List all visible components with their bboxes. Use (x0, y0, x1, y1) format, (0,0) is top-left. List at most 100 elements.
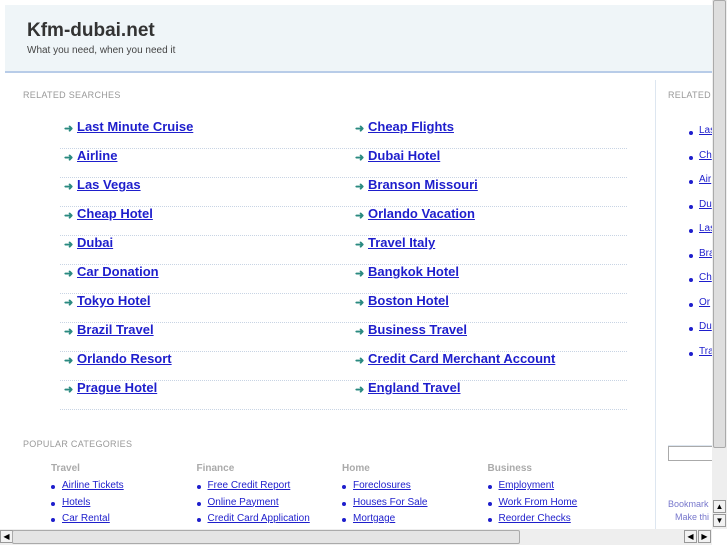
related-link[interactable]: Branson Missouri (368, 177, 478, 192)
category-title: Finance (196, 463, 235, 474)
bullet-icon (689, 351, 693, 356)
bullet-icon (689, 204, 693, 209)
related-row: ➜ Brazil Travel ➜ Business Travel (60, 322, 627, 352)
arrow-icon: ➜ (355, 326, 365, 338)
related-link[interactable]: Prague Hotel (77, 380, 157, 395)
related-link[interactable]: England Travel (368, 380, 460, 395)
category-column: Travel Airline Tickets Hotels Car Rental (51, 463, 124, 530)
related-row: ➜ Orlando Resort ➜ Credit Card Merchant … (60, 351, 627, 381)
arrow-icon: ➜ (355, 355, 365, 367)
arrow-icon: ➜ (64, 326, 74, 338)
category-title: Travel (51, 463, 80, 474)
sidebar-link[interactable]: Du (699, 199, 712, 210)
sidebar-link[interactable]: Or (699, 297, 710, 308)
scroll-down-button[interactable]: ▼ (713, 514, 726, 527)
related-link[interactable]: Tokyo Hotel (77, 293, 150, 308)
related-link[interactable]: Cheap Hotel (77, 206, 153, 221)
category-title: Business (487, 463, 532, 474)
sidebar-link[interactable]: Bra (699, 248, 712, 259)
bullet-icon (689, 229, 693, 233)
scroll-left-button-2[interactable]: ◀ (684, 530, 697, 543)
related-row: ➜ Cheap Hotel ➜ Orlando Vacation (60, 206, 627, 236)
category-column: Finance Free Credit Report Online Payment C… (196, 463, 310, 530)
related-row: ➜ Last Minute Cruise ➜ Cheap Flights (60, 119, 627, 149)
vertical-scroll-thumb[interactable] (713, 0, 726, 448)
bullet-icon (689, 278, 693, 282)
bullet-icon (689, 131, 693, 135)
category-link[interactable]: Airline Tickets (51, 480, 124, 497)
category-link[interactable]: Free Credit Report (196, 480, 310, 497)
make-homepage-link[interactable]: Make thi (675, 512, 709, 522)
scroll-right-button[interactable]: ▶ (698, 530, 711, 543)
sidebar-link[interactable]: Ch (699, 150, 712, 161)
category-link[interactable]: Work From Home (487, 497, 577, 514)
related-link[interactable]: Airline (77, 148, 117, 163)
related-row: ➜ Dubai ➜ Travel Italy (60, 235, 627, 265)
arrow-icon: ➜ (64, 210, 74, 222)
scroll-up-button[interactable]: ▲ (713, 500, 726, 513)
related-row: ➜ Prague Hotel ➜ England Travel (60, 380, 627, 410)
related-link[interactable]: Orlando Resort (77, 351, 172, 366)
vertical-scrollbar[interactable]: ▲ ▼ (712, 0, 727, 529)
related-link[interactable]: Credit Card Merchant Account (368, 351, 555, 366)
related-link[interactable]: Dubai (77, 235, 113, 250)
arrow-icon: ➜ (355, 268, 365, 280)
category-link[interactable]: Employment (487, 480, 578, 497)
sidebar-link[interactable]: Air (699, 174, 711, 185)
arrow-icon: ➜ (64, 181, 74, 193)
site-header: Kfm-dubai.net What you need, when you ne… (5, 5, 712, 73)
category-link[interactable]: Foreclosures (342, 480, 427, 497)
related-link[interactable]: Last Minute Cruise (77, 119, 193, 134)
bullet-icon (689, 155, 693, 160)
arrow-icon: ➜ (64, 297, 74, 309)
sidebar-search-input[interactable] (668, 446, 712, 461)
related-link[interactable]: Business Travel (368, 322, 467, 337)
arrow-icon: ➜ (355, 210, 365, 222)
sidebar-link[interactable]: Las (699, 223, 712, 234)
related-searches-heading: RELATED SEARCHES (23, 90, 121, 100)
arrow-icon: ➜ (64, 355, 74, 367)
horizontal-scrollbar[interactable]: ◀ ◀ ▶ (0, 529, 712, 545)
category-link[interactable]: Houses For Sale (342, 497, 427, 514)
right-sidebar: RELATED Las Ch Air Du Las Bra Ch Or Du Tra Bookma… (655, 80, 712, 529)
related-link[interactable]: Car Donation (77, 264, 159, 279)
related-row: ➜ Airline ➜ Dubai Hotel (60, 148, 627, 178)
related-row: ➜ Tokyo Hotel ➜ Boston Hotel (60, 293, 627, 323)
related-link[interactable]: Dubai Hotel (368, 148, 440, 163)
related-link[interactable]: Bangkok Hotel (368, 264, 459, 279)
related-link[interactable]: Orlando Vacation (368, 206, 475, 221)
related-link[interactable]: Travel Italy (368, 235, 435, 250)
bullet-icon (689, 180, 693, 184)
site-title[interactable]: Kfm-dubai.net (27, 20, 155, 42)
related-link[interactable]: Boston Hotel (368, 293, 449, 308)
sidebar-link[interactable]: Tra (699, 346, 712, 357)
category-link[interactable]: Mortgage (342, 513, 427, 530)
sidebar-link[interactable]: Las (699, 125, 712, 136)
popular-categories-heading: POPULAR CATEGORIES (23, 439, 133, 449)
bullet-icon (689, 253, 693, 258)
sidebar-link[interactable]: Ch (699, 272, 712, 283)
sidebar-link[interactable]: Du (699, 321, 712, 332)
related-row: ➜ Las Vegas ➜ Branson Missouri (60, 177, 627, 207)
arrow-icon: ➜ (355, 384, 365, 396)
arrow-icon: ➜ (64, 152, 74, 164)
site-tagline: What you need, when you need it (27, 45, 176, 56)
category-title: Home (342, 463, 370, 474)
category-link[interactable]: Hotels (51, 497, 124, 514)
arrow-icon: ➜ (64, 384, 74, 396)
category-column: Business Employment Work From Home Reorder … (487, 463, 578, 530)
category-link[interactable]: Reorder Checks (487, 513, 578, 530)
category-link[interactable]: Online Payment (196, 497, 310, 514)
arrow-icon: ➜ (355, 239, 365, 251)
arrow-icon: ➜ (355, 181, 365, 193)
arrow-icon: ➜ (355, 123, 365, 135)
bookmark-link[interactable]: Bookmark (668, 499, 709, 509)
related-link[interactable]: Brazil Travel (77, 322, 154, 337)
category-link[interactable]: Car Rental (51, 513, 124, 530)
related-row: ➜ Car Donation ➜ Bangkok Hotel (60, 264, 627, 294)
category-link[interactable]: Credit Card Application (196, 513, 310, 530)
related-link[interactable]: Cheap Flights (368, 119, 454, 134)
sidebar-heading: RELATED (668, 90, 711, 100)
related-link[interactable]: Las Vegas (77, 177, 141, 192)
horizontal-scroll-thumb[interactable] (12, 530, 520, 544)
